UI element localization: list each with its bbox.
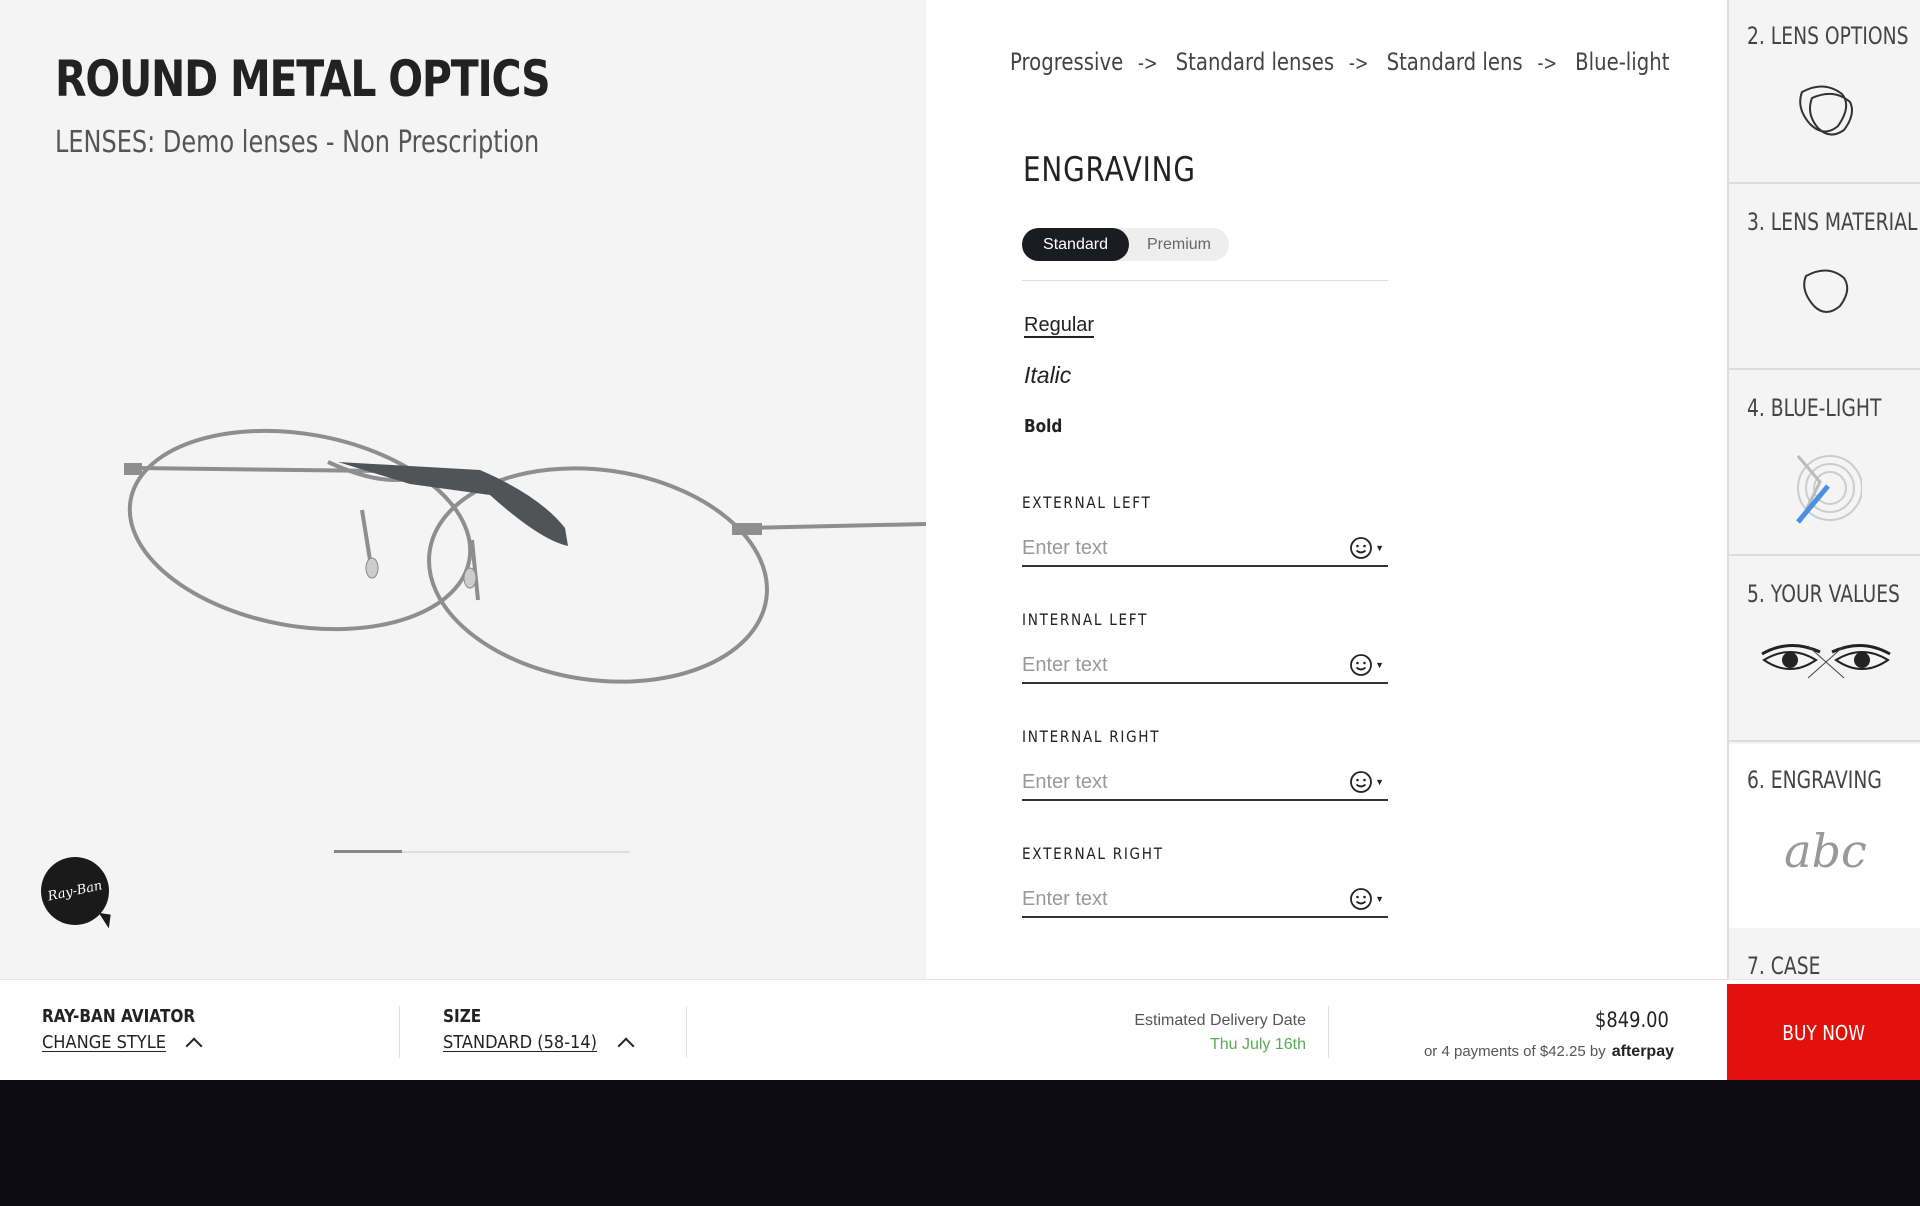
field-label-internal-right: INTERNAL RIGHT — [1022, 727, 1161, 746]
change-style-link[interactable]: CHANGE STYLE — [42, 1032, 166, 1053]
smiley-icon — [1350, 537, 1372, 559]
step-your-values[interactable]: 5. YOUR VALUES — [1729, 558, 1920, 742]
app-window: ROUND METAL OPTICS LENSES: Demo lenses -… — [0, 0, 1920, 1080]
step-label: 2. LENS OPTIONS — [1747, 22, 1909, 50]
breadcrumb-separator: -> — [1537, 51, 1558, 75]
lens-options-icon — [1798, 85, 1853, 136]
caret-down-icon: ▼ — [1375, 894, 1384, 904]
font-option-italic[interactable]: Italic — [1024, 362, 1071, 389]
breadcrumb-item[interactable]: Blue-light — [1575, 48, 1669, 76]
size-label: SIZE — [443, 1006, 482, 1027]
step-label: 7. CASE — [1747, 952, 1821, 980]
blue-light-icon — [1795, 455, 1862, 524]
engraving-input-external-left[interactable] — [1022, 531, 1332, 565]
engraving-field-external-right: ▼ — [1022, 882, 1388, 918]
engraving-input-internal-left[interactable] — [1022, 648, 1332, 682]
emoji-picker-button[interactable]: ▼ — [1349, 536, 1384, 560]
smiley-icon — [1350, 654, 1372, 676]
divider — [1328, 1006, 1329, 1058]
field-label-external-right: EXTERNAL RIGHT — [1022, 844, 1164, 863]
chevron-up-icon[interactable] — [617, 1037, 635, 1055]
product-lenses: LENSES: Demo lenses - Non Prescription — [55, 125, 540, 160]
divider — [399, 1006, 400, 1058]
engraving-field-internal-right: ▼ — [1022, 765, 1388, 801]
size-select-link[interactable]: STANDARD (58-14) — [443, 1032, 597, 1053]
engraving-abc-icon: abc — [1784, 824, 1867, 878]
font-option-regular[interactable]: Regular — [1024, 314, 1094, 337]
caret-down-icon: ▼ — [1375, 777, 1384, 787]
buy-now-button[interactable]: BUY NOW — [1727, 984, 1920, 1080]
step-lens-material[interactable]: 3. LENS MATERIAL — [1729, 186, 1920, 370]
divider — [1022, 280, 1388, 281]
installments-text: or 4 payments of $42.25 by — [1423, 1043, 1606, 1060]
caret-down-icon: ▼ — [1375, 543, 1384, 553]
smiley-icon — [1350, 771, 1372, 793]
image-carousel-indicator[interactable] — [334, 850, 630, 853]
engraving-input-internal-right[interactable] — [1022, 765, 1332, 799]
delivery-date: Thu July 16th — [1209, 1036, 1306, 1053]
step-blue-light[interactable]: 4. BLUE-LIGHT — [1729, 372, 1920, 556]
smiley-icon — [1350, 888, 1372, 910]
afterpay-logo: afterpay — [1611, 1043, 1674, 1060]
afterpay-info[interactable]: or 4 payments of $42.25 by afterpay — [1424, 1043, 1674, 1061]
bottom-bar: RAY-BAN AVIATOR CHANGE STYLE SIZE STANDA… — [0, 979, 1920, 1080]
lens-material-icon — [1802, 269, 1848, 313]
font-option-bold[interactable]: Bold — [1024, 416, 1062, 437]
emoji-picker-button[interactable]: ▼ — [1349, 653, 1384, 677]
buy-now-label: BUY NOW — [1782, 1020, 1865, 1045]
step-label: 3. LENS MATERIAL — [1747, 208, 1918, 236]
step-label: 4. BLUE-LIGHT — [1747, 394, 1882, 422]
model-label: RAY-BAN AVIATOR — [42, 1006, 196, 1027]
engraving-title: ENGRAVING — [1023, 150, 1196, 190]
product-preview: ROUND METAL OPTICS LENSES: Demo lenses -… — [0, 0, 926, 979]
engraving-field-internal-left: ▼ — [1022, 648, 1388, 684]
breadcrumb: Progressive -> Standard lenses -> Standa… — [1010, 48, 1684, 76]
tab-premium[interactable]: Premium — [1129, 228, 1229, 261]
step-label: 5. YOUR VALUES — [1747, 580, 1900, 608]
chevron-up-icon[interactable] — [185, 1037, 203, 1055]
eyes-icon — [1760, 644, 1891, 679]
glasses-image — [124, 428, 926, 684]
breadcrumb-item[interactable]: Standard lens — [1387, 48, 1523, 76]
emoji-picker-button[interactable]: ▼ — [1349, 887, 1384, 911]
field-label-external-left: EXTERNAL LEFT — [1022, 493, 1152, 512]
delivery-label: Estimated Delivery Date — [1134, 1012, 1306, 1029]
breadcrumb-separator: -> — [1137, 51, 1158, 75]
price: $849.00 — [1595, 1008, 1669, 1032]
engraving-field-external-left: ▼ — [1022, 531, 1388, 567]
product-title: ROUND METAL OPTICS — [55, 50, 551, 108]
engraving-type-toggle: Standard Premium — [1022, 228, 1229, 261]
step-engraving[interactable]: 6. ENGRAVING abc — [1729, 744, 1920, 928]
steps-sidebar: 2. LENS OPTIONS 3. LENS MATERIAL 4. BLUE… — [1727, 0, 1920, 980]
breadcrumb-item[interactable]: Standard lenses — [1176, 48, 1334, 76]
tab-standard[interactable]: Standard — [1022, 228, 1129, 261]
divider — [686, 1006, 687, 1058]
step-label: 6. ENGRAVING — [1747, 766, 1882, 794]
engraving-input-external-right[interactable] — [1022, 882, 1332, 916]
breadcrumb-item[interactable]: Progressive — [1010, 48, 1123, 76]
rayban-logo: Ray-Ban — [34, 850, 116, 932]
caret-down-icon: ▼ — [1375, 660, 1384, 670]
breadcrumb-separator: -> — [1348, 51, 1369, 75]
step-lens-options[interactable]: 2. LENS OPTIONS — [1729, 0, 1920, 184]
carousel-active-segment — [334, 850, 403, 853]
field-label-internal-left: INTERNAL LEFT — [1022, 610, 1149, 629]
emoji-picker-button[interactable]: ▼ — [1349, 770, 1384, 794]
